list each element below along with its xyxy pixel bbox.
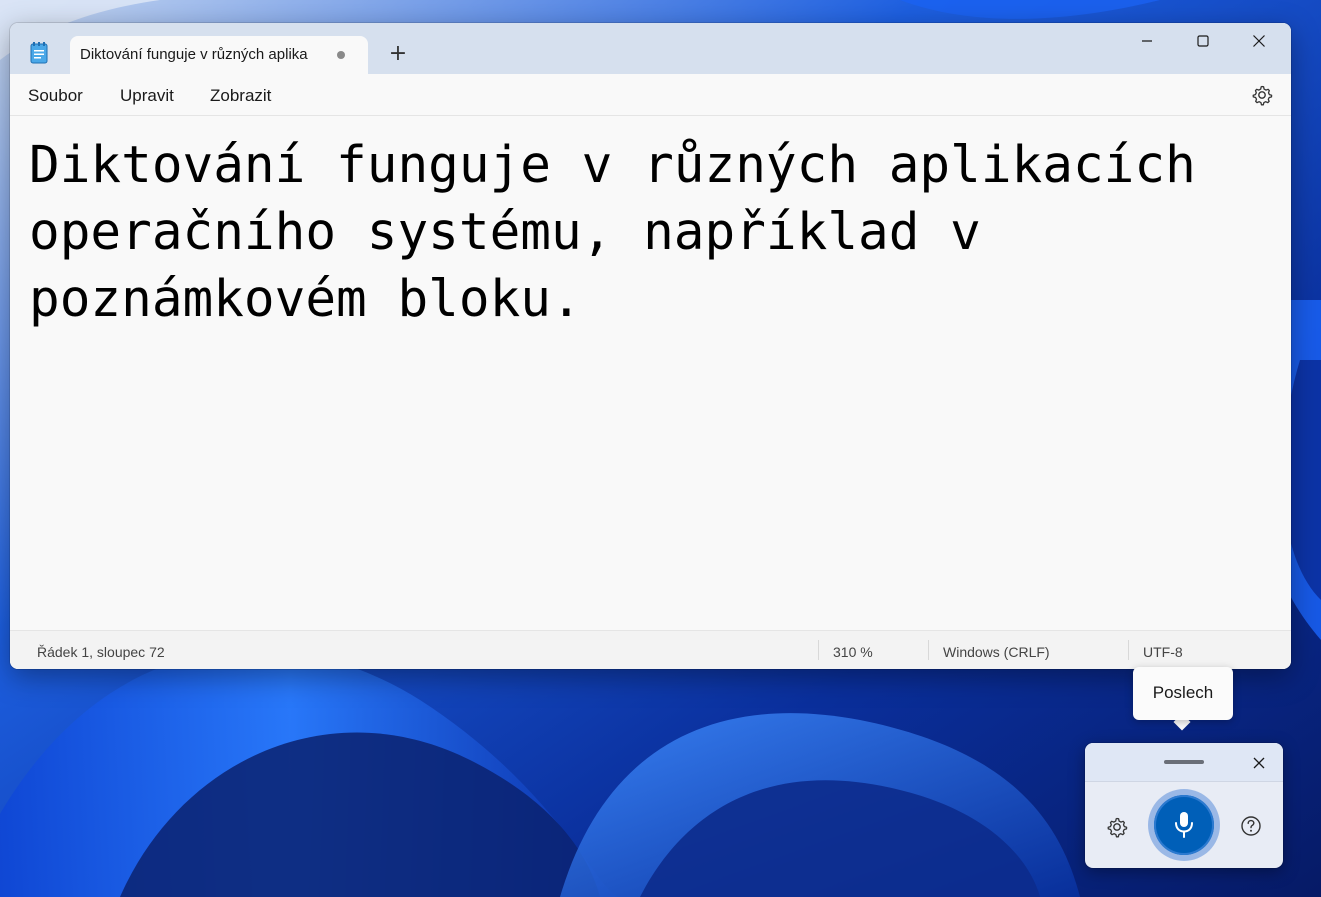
microphone-icon bbox=[1175, 812, 1193, 838]
title-bar[interactable]: Diktování funguje v různých aplika + bbox=[10, 23, 1291, 74]
voice-typing-panel bbox=[1085, 743, 1283, 868]
help-icon[interactable] bbox=[1239, 814, 1263, 838]
unsaved-indicator-icon[interactable] bbox=[337, 51, 345, 59]
cursor-position: Řádek 1, sloupec 72 bbox=[37, 644, 165, 660]
voice-panel-header[interactable] bbox=[1085, 743, 1283, 782]
voice-tooltip: Poslech bbox=[1133, 667, 1233, 720]
new-tab-button[interactable]: + bbox=[384, 43, 412, 67]
menu-file[interactable]: Soubor bbox=[28, 86, 83, 106]
maximize-button[interactable] bbox=[1176, 23, 1232, 59]
close-icon[interactable] bbox=[1249, 753, 1269, 773]
menu-bar: Soubor Upravit Zobrazit bbox=[10, 74, 1291, 116]
minimize-button[interactable] bbox=[1120, 23, 1176, 59]
text-editor[interactable]: Diktování funguje v různých aplikacích o… bbox=[10, 116, 1291, 630]
menu-edit[interactable]: Upravit bbox=[120, 86, 174, 106]
menu-view[interactable]: Zobrazit bbox=[210, 86, 271, 106]
status-divider bbox=[928, 640, 929, 660]
status-bar: Řádek 1, sloupec 72 310 % Windows (CRLF)… bbox=[10, 630, 1291, 669]
drag-handle[interactable] bbox=[1164, 760, 1204, 764]
encoding[interactable]: UTF-8 bbox=[1143, 644, 1183, 660]
close-icon bbox=[1253, 35, 1265, 47]
line-ending[interactable]: Windows (CRLF) bbox=[943, 644, 1050, 660]
notepad-icon bbox=[30, 42, 48, 64]
microphone-button[interactable] bbox=[1154, 795, 1214, 855]
maximize-icon bbox=[1197, 35, 1209, 47]
status-divider bbox=[1128, 640, 1129, 660]
zoom-level[interactable]: 310 % bbox=[833, 644, 873, 660]
close-button[interactable] bbox=[1232, 23, 1288, 59]
tab-document[interactable]: Diktování funguje v různých aplika bbox=[70, 36, 368, 74]
gear-icon[interactable] bbox=[1105, 815, 1129, 839]
status-divider bbox=[818, 640, 819, 660]
editor-content[interactable]: Diktování funguje v různých aplikacích o… bbox=[29, 132, 1259, 333]
gear-icon[interactable] bbox=[1250, 83, 1274, 107]
minimize-icon bbox=[1142, 40, 1152, 42]
tooltip-text: Poslech bbox=[1152, 683, 1214, 702]
tab-title: Diktování funguje v různých aplika bbox=[80, 46, 308, 63]
notepad-window: Diktování funguje v různých aplika + Sou… bbox=[10, 23, 1291, 669]
